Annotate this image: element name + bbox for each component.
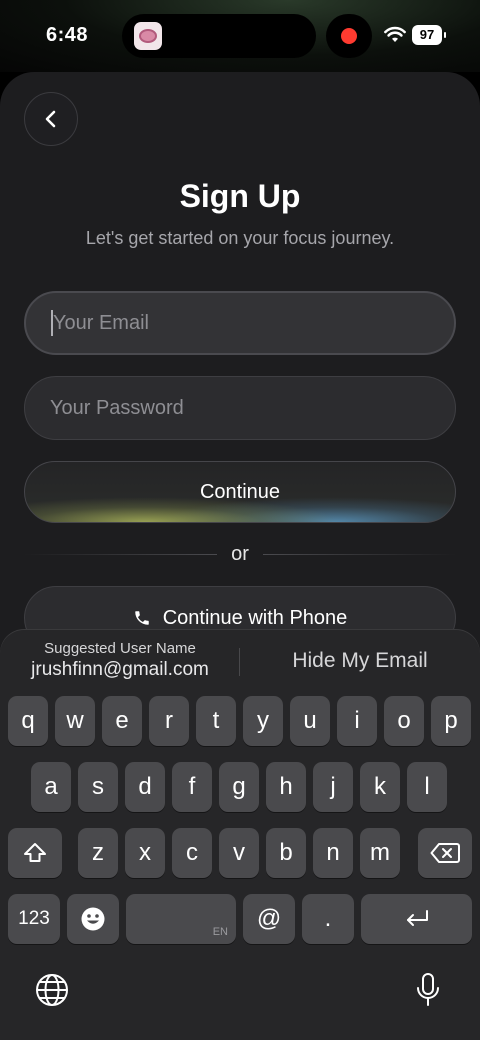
dynamic-island[interactable] [122, 14, 316, 58]
key-y[interactable]: y [243, 696, 283, 746]
key-k[interactable]: k [360, 762, 400, 812]
page-subtitle: Let's get started on your focus journey. [85, 228, 395, 248]
key-r[interactable]: r [149, 696, 189, 746]
key-c[interactable]: c [172, 828, 212, 878]
suggestion-caption: Suggested User Name [44, 640, 196, 657]
app-thumbnail-icon [134, 22, 162, 50]
at-key[interactable]: @ [243, 894, 295, 944]
password-field[interactable] [24, 376, 456, 440]
key-a[interactable]: a [31, 762, 71, 812]
dictation-button[interactable] [408, 970, 448, 1010]
key-s[interactable]: s [78, 762, 118, 812]
shift-key[interactable] [8, 828, 62, 878]
email-input[interactable] [53, 311, 454, 335]
space-key[interactable]: EN [126, 894, 236, 944]
chevron-left-icon [45, 110, 56, 128]
wifi-icon [384, 26, 406, 42]
key-j[interactable]: j [313, 762, 353, 812]
emoji-icon [81, 907, 105, 931]
return-key[interactable] [361, 894, 472, 944]
suggested-username[interactable]: Suggested User Name jrushfinn@gmail.com [0, 640, 240, 681]
key-p[interactable]: p [431, 696, 471, 746]
page-title: Sign Up [179, 178, 301, 214]
microphone-icon [417, 973, 439, 1006]
continue-button[interactable]: Continue [24, 461, 456, 523]
key-d[interactable]: d [125, 762, 165, 812]
or-divider: or [24, 542, 457, 566]
key-g[interactable]: g [219, 762, 259, 812]
hide-my-email-button[interactable]: Hide My Email [240, 649, 480, 673]
suggestion-value: jrushfinn@gmail.com [31, 659, 209, 680]
key-t[interactable]: t [196, 696, 236, 746]
or-label: or [231, 542, 249, 565]
suggestion-bar: Suggested User Name jrushfinn@gmail.com … [0, 630, 480, 690]
keyboard: Suggested User Name jrushfinn@gmail.com … [0, 630, 480, 1040]
key-q[interactable]: q [8, 696, 48, 746]
key-h[interactable]: h [266, 762, 306, 812]
numbers-key[interactable]: 123 [8, 894, 60, 944]
key-v[interactable]: v [219, 828, 259, 878]
globe-button[interactable] [32, 970, 72, 1010]
key-i[interactable]: i [337, 696, 377, 746]
key-l[interactable]: l [407, 762, 447, 812]
continue-button-label: Continue [199, 480, 281, 503]
key-z[interactable]: z [78, 828, 118, 878]
key-x[interactable]: x [125, 828, 165, 878]
email-field[interactable] [24, 291, 456, 355]
password-input[interactable] [50, 396, 455, 420]
return-arrow-icon [406, 910, 428, 926]
status-time: 6:48 [46, 24, 89, 46]
globe-icon [36, 974, 68, 1006]
status-bar: 6:48 97 [0, 0, 480, 72]
key-n[interactable]: n [313, 828, 353, 878]
key-o[interactable]: o [384, 696, 424, 746]
key-b[interactable]: b [266, 828, 306, 878]
battery-icon: 97 [412, 25, 446, 45]
key-u[interactable]: u [290, 696, 330, 746]
recording-dot-icon [341, 28, 357, 44]
phone-icon [134, 611, 149, 625]
key-f[interactable]: f [172, 762, 212, 812]
key-m[interactable]: m [360, 828, 400, 878]
delete-key[interactable] [418, 828, 472, 878]
phone-button-label: Continue with Phone [162, 606, 348, 629]
key-e[interactable]: e [102, 696, 142, 746]
backspace-icon [430, 843, 460, 863]
period-key[interactable]: . [302, 894, 354, 944]
space-language-label: EN [212, 926, 228, 938]
recording-indicator[interactable] [326, 14, 372, 58]
shift-arrow-icon [24, 843, 46, 862]
key-w[interactable]: w [55, 696, 95, 746]
back-button[interactable] [24, 92, 78, 146]
emoji-key[interactable] [67, 894, 119, 944]
